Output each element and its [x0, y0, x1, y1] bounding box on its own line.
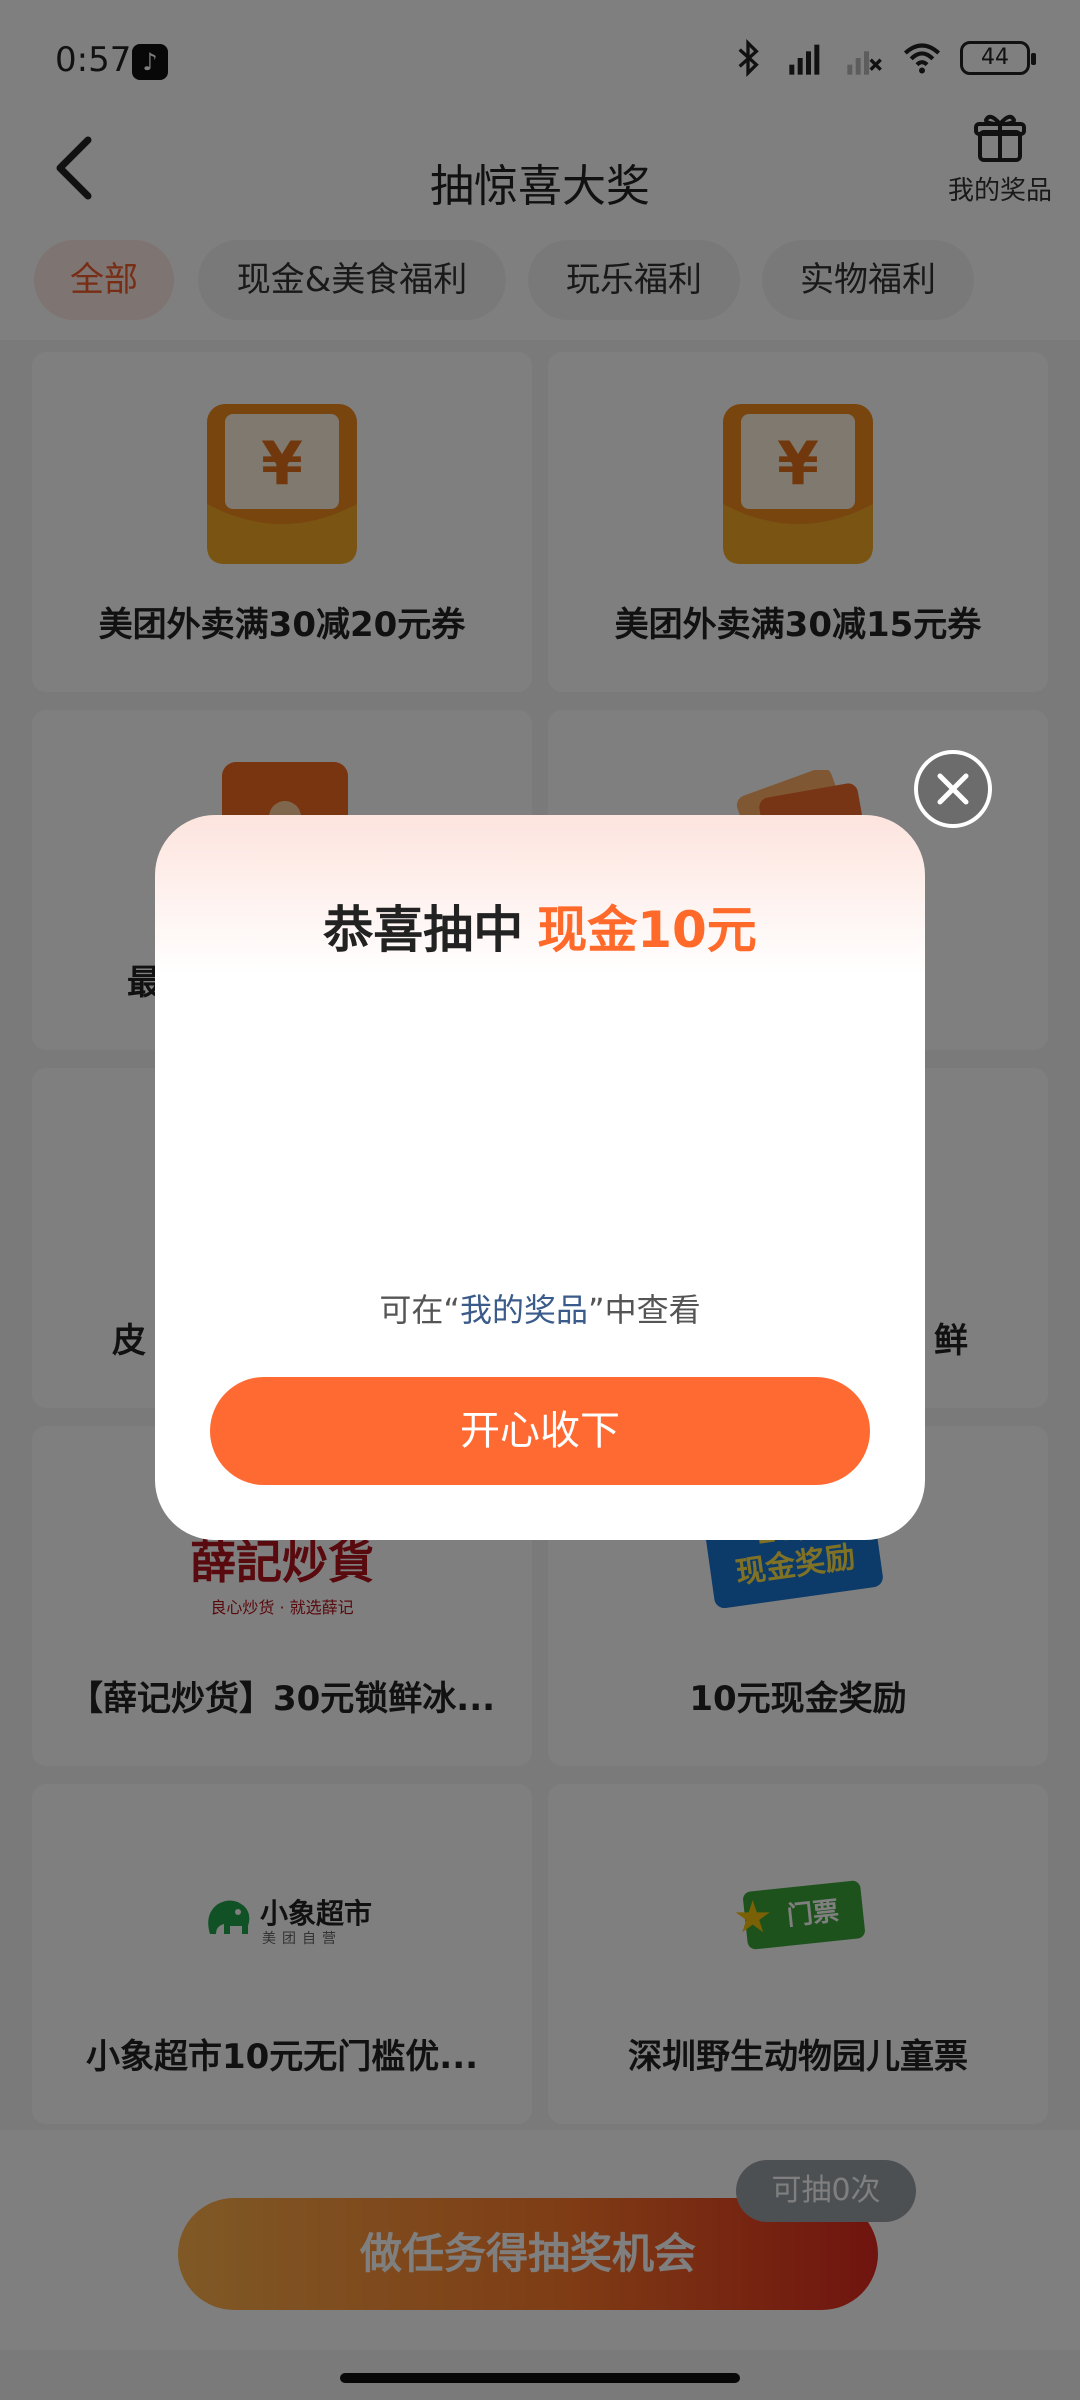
modal-prize-text: 现金10元	[537, 901, 757, 959]
my-prizes-link[interactable]: 我的奖品	[460, 1291, 588, 1329]
modal-title: 恭喜抽中 现金10元	[155, 890, 925, 962]
hint-prefix: 可在“	[379, 1291, 460, 1329]
modal-hint: 可在“我的奖品”中查看	[155, 1285, 925, 1331]
hint-suffix: ”中查看	[588, 1291, 701, 1329]
accept-button[interactable]: 开心收下	[210, 1377, 870, 1485]
modal-title-prefix: 恭喜抽中	[323, 901, 524, 959]
prize-modal: 恭喜抽中 现金10元 可在“我的奖品”中查看 开心收下	[155, 815, 925, 1540]
modal-close-button[interactable]	[914, 750, 992, 828]
close-icon	[937, 773, 969, 805]
